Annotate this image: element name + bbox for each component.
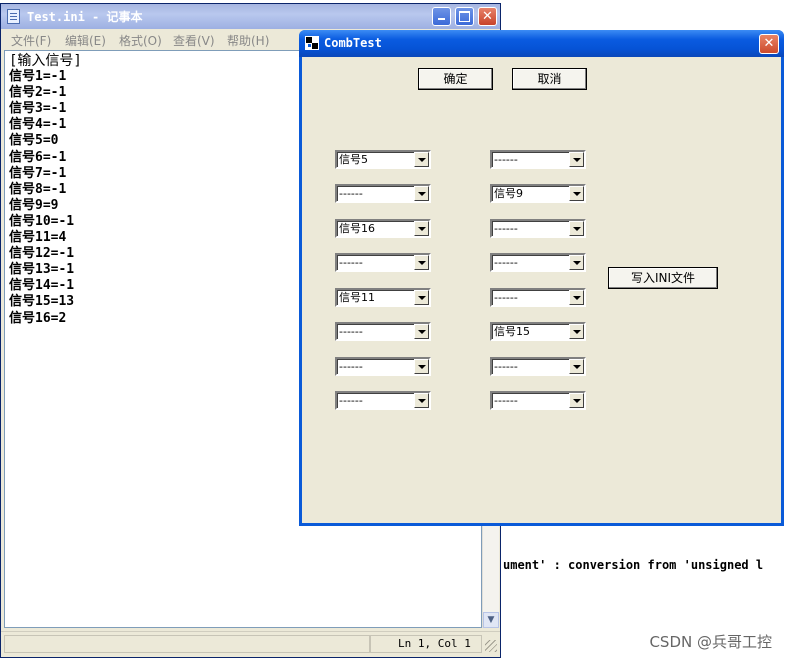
dialog-body: 确定 取消 写入INI文件 信号5 ------ 信号16 ------ 信号1…	[302, 57, 781, 523]
text-line: 信号12=-1	[9, 246, 75, 262]
signal-combo-right-8[interactable]: ------	[490, 391, 586, 410]
signal-combo-right-6[interactable]: 信号15	[490, 322, 586, 341]
text-line: 信号16=2	[9, 310, 67, 326]
text-line: 信号8=-1	[9, 181, 67, 197]
combo-value: 信号5	[339, 153, 368, 166]
signal-combo-left-3[interactable]: 信号16	[335, 219, 431, 238]
resize-grip-icon[interactable]	[485, 640, 497, 652]
text-line: 信号5=0	[9, 133, 59, 149]
combo-value: ------	[494, 222, 518, 235]
text-line: 信号11=4	[9, 230, 67, 246]
signal-combo-left-6[interactable]: ------	[335, 322, 431, 341]
signal-combo-left-1[interactable]: 信号5	[335, 150, 431, 169]
notepad-status-bar: Ln 1, Col 1	[1, 631, 500, 656]
text-line: 信号4=-1	[9, 117, 67, 133]
notepad-title-bar[interactable]: Test.ini - 记事本 ✕	[1, 4, 500, 29]
chevron-down-icon[interactable]	[569, 255, 584, 270]
combo-value: 信号15	[494, 325, 530, 338]
mfc-app-icon	[305, 36, 319, 50]
combo-value: ------	[494, 394, 518, 407]
chevron-down-icon[interactable]	[414, 152, 429, 167]
chevron-down-icon[interactable]	[414, 359, 429, 374]
text-line: 信号14=-1	[9, 278, 75, 294]
chevron-down-icon[interactable]	[569, 221, 584, 236]
maximize-icon	[459, 11, 470, 22]
notepad-lines: [输入信号] 信号1=-1 信号2=-1 信号3=-1 信号4=-1 信号5=0…	[9, 53, 82, 327]
scroll-down-arrow-icon[interactable]: ▼	[483, 612, 499, 628]
signal-combo-right-2[interactable]: 信号9	[490, 184, 586, 203]
ok-button[interactable]: 确定	[418, 68, 493, 90]
signal-combo-left-4[interactable]: ------	[335, 253, 431, 272]
combo-value: ------	[339, 360, 363, 373]
chevron-down-icon[interactable]	[569, 359, 584, 374]
combo-value: 信号16	[339, 222, 375, 235]
combo-value: ------	[339, 256, 363, 269]
maximize-button[interactable]	[455, 7, 474, 26]
text-line: 信号10=-1	[9, 213, 75, 229]
text-line: 信号1=-1	[9, 69, 67, 85]
text-line: 信号3=-1	[9, 101, 67, 117]
menu-format[interactable]: 格式(O)	[119, 32, 162, 49]
combo-value: ------	[494, 291, 518, 304]
close-icon: ✕	[763, 36, 775, 51]
text-line: 信号2=-1	[9, 85, 67, 101]
chevron-down-icon[interactable]	[569, 290, 584, 305]
combo-value: 信号9	[494, 187, 523, 200]
signal-combo-left-7[interactable]: ------	[335, 357, 431, 376]
combo-value: ------	[339, 325, 363, 338]
notepad-icon	[7, 9, 20, 24]
notepad-title: Test.ini - 记事本	[27, 10, 143, 24]
signal-combo-right-1[interactable]: ------	[490, 150, 586, 169]
signal-combo-right-4[interactable]: ------	[490, 253, 586, 272]
text-line: 信号13=-1	[9, 262, 75, 278]
background-console-text: ument' : conversion from 'unsigned l	[503, 558, 764, 572]
write-ini-button[interactable]: 写入INI文件	[608, 267, 718, 289]
signal-combo-right-7[interactable]: ------	[490, 357, 586, 376]
menu-view[interactable]: 查看(V)	[173, 32, 215, 49]
chevron-down-icon[interactable]	[414, 255, 429, 270]
chevron-down-icon[interactable]	[569, 393, 584, 408]
status-cell-main	[4, 635, 370, 653]
menu-file[interactable]: 文件(F)	[11, 32, 51, 49]
text-line: 信号6=-1	[9, 149, 67, 165]
dialog-title: CombTest	[324, 36, 382, 50]
chevron-down-icon[interactable]	[414, 324, 429, 339]
chevron-down-icon[interactable]	[569, 324, 584, 339]
signal-combo-right-5[interactable]: ------	[490, 288, 586, 307]
chevron-down-icon[interactable]	[414, 186, 429, 201]
notepad-close-button[interactable]: ✕	[478, 7, 497, 26]
watermark: CSDN @兵哥工控	[649, 633, 772, 651]
combo-value: 信号11	[339, 291, 375, 304]
dialog-close-button[interactable]: ✕	[759, 34, 779, 54]
combo-value: ------	[494, 360, 518, 373]
signal-combo-left-2[interactable]: ------	[335, 184, 431, 203]
signal-combo-right-3[interactable]: ------	[490, 219, 586, 238]
text-line: 信号7=-1	[9, 165, 67, 181]
minimize-button[interactable]	[432, 7, 451, 26]
dialog-title-bar[interactable]: CombTest ✕	[299, 30, 784, 57]
chevron-down-icon[interactable]	[414, 393, 429, 408]
chevron-down-icon[interactable]	[414, 290, 429, 305]
text-line: 信号15=13	[9, 294, 75, 310]
text-line: [输入信号]	[9, 53, 82, 69]
text-line: 信号9=9	[9, 197, 59, 213]
signal-combo-left-8[interactable]: ------	[335, 391, 431, 410]
chevron-down-icon[interactable]	[569, 152, 584, 167]
signal-combo-left-5[interactable]: 信号11	[335, 288, 431, 307]
minimize-icon	[438, 18, 445, 20]
cancel-button[interactable]: 取消	[512, 68, 587, 90]
combo-value: ------	[494, 256, 518, 269]
combo-value: ------	[339, 394, 363, 407]
combtest-dialog: CombTest ✕ 确定 取消 写入INI文件 信号5 ------ 信号16…	[299, 30, 784, 526]
chevron-down-icon[interactable]	[569, 186, 584, 201]
menu-help[interactable]: 帮助(H)	[227, 32, 269, 49]
close-icon: ✕	[482, 9, 493, 24]
menu-edit[interactable]: 编辑(E)	[65, 32, 106, 49]
chevron-down-icon[interactable]	[414, 221, 429, 236]
status-cursor-position: Ln 1, Col 1	[370, 635, 482, 653]
combo-value: ------	[339, 187, 363, 200]
combo-value: ------	[494, 153, 518, 166]
